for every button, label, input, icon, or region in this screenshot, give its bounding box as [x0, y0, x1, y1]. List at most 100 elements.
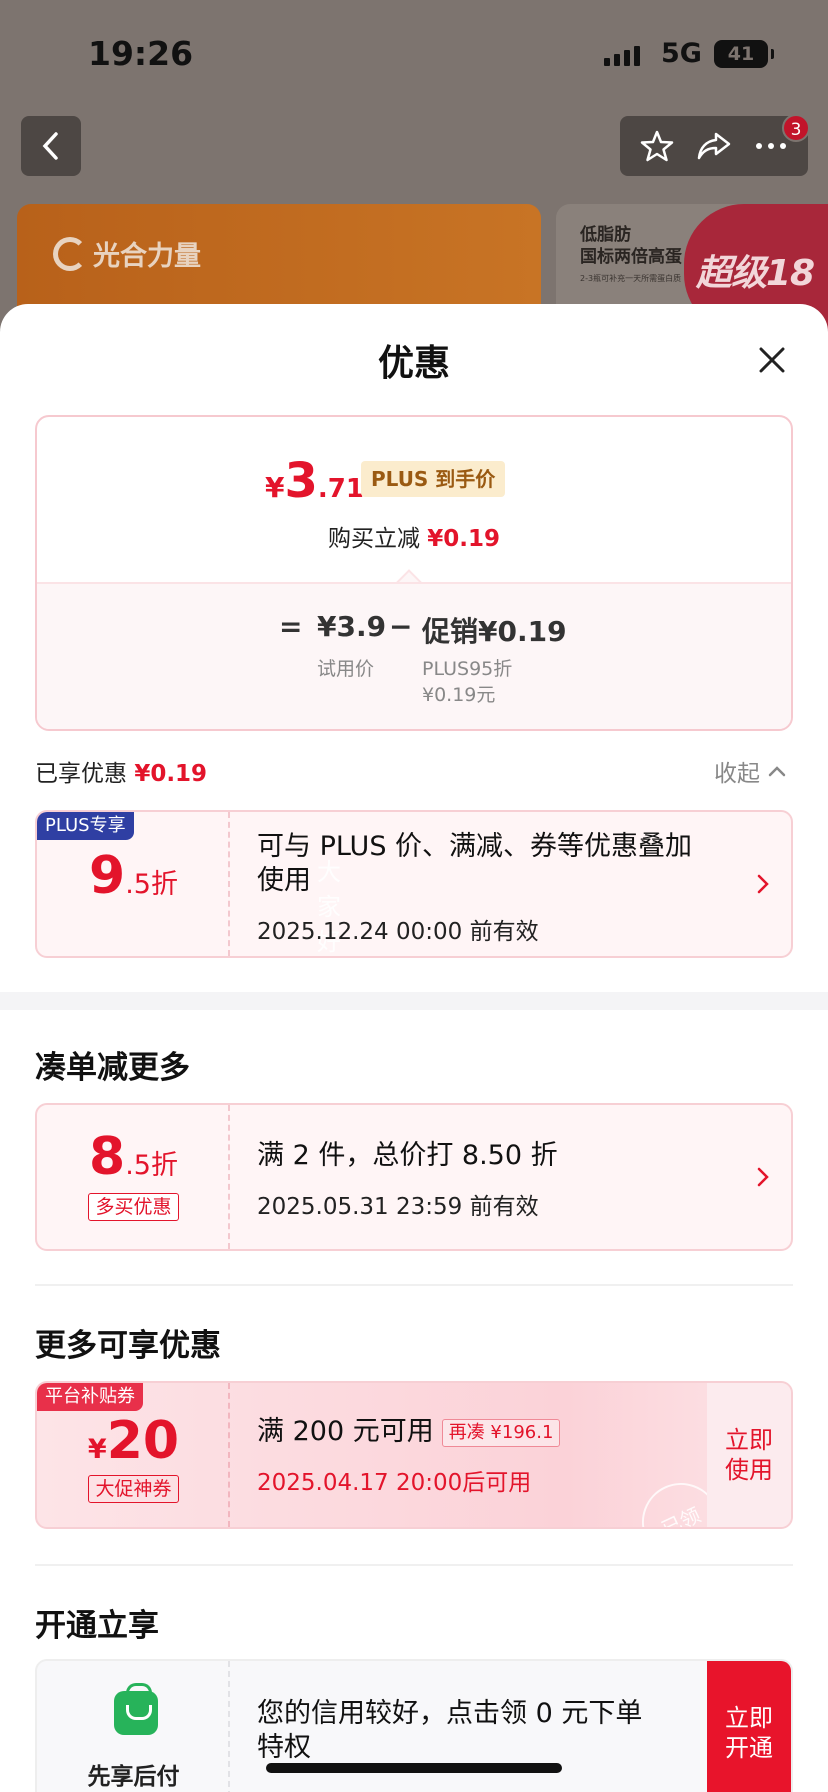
promo-detail: PLUS95折 ¥0.19元	[422, 656, 512, 708]
coupon-left: 平台补贴券 ¥20 大促神券	[37, 1383, 230, 1527]
amount-yen: ¥	[87, 1434, 107, 1465]
bundle-desc: 满 2 件，总价打 8.50 折	[257, 1140, 558, 1171]
coupon-date: 2025.05.31 23:59 前有效	[257, 1194, 539, 1220]
bundle-tag: 多买优惠	[88, 1193, 179, 1221]
close-button[interactable]	[752, 340, 792, 380]
promo-big-text: 超级18	[696, 253, 815, 294]
price-decimal: .71	[317, 474, 364, 504]
discount-small: .5折	[125, 1150, 178, 1181]
divider	[35, 1564, 793, 1566]
platform-subsidy-tag: 平台补贴券	[37, 1383, 143, 1411]
coupon-date: 2025.12.24 00:00 前有效	[257, 919, 539, 945]
coupon-condition-text: 满 200 元可用	[257, 1416, 434, 1447]
pay-later-desc-line-2: 特权	[257, 1732, 311, 1763]
section-gap	[0, 992, 828, 1010]
coupon-amount: ¥20	[37, 1411, 230, 1471]
pay-later-desc-line-1: 您的信用较好，点击领 0 元下单	[257, 1698, 643, 1729]
final-price: ¥ 3 .71	[265, 453, 364, 509]
signal-icon	[604, 46, 640, 66]
status-time: 19:26	[88, 34, 194, 73]
sheet-title: 优惠	[377, 343, 450, 384]
open-now-line-1: 立即	[725, 1704, 773, 1732]
coupon-left: PLUS专享 9.5折	[37, 812, 230, 956]
enjoyed-discount: 已享优惠 ¥0.19	[35, 754, 207, 788]
pay-later-label: 先享后付	[87, 1764, 180, 1790]
chevron-up-icon	[768, 766, 786, 777]
promo-line-2: 国标两倍高蛋	[580, 247, 682, 267]
brand-logo-icon	[53, 236, 87, 271]
discount-big: 9	[89, 846, 126, 906]
brand-logo: 光合力量	[53, 234, 201, 273]
coupon-left: 先享后付	[37, 1661, 230, 1792]
share-button[interactable]	[690, 122, 738, 170]
network-type: 5G	[661, 38, 702, 69]
final-price-area: ¥ 3 .71 PLUS 到手价 购买立减 ¥0.19	[37, 417, 791, 582]
add-more-tag: 再凑 ¥196.1	[441, 1418, 561, 1447]
promo-banner-text: 低脂肪 国标两倍高蛋 2-3瓶可补充一天所需蛋白质	[580, 224, 682, 290]
big-promo-tag: 大促神券	[88, 1475, 179, 1503]
platform-subsidy-coupon[interactable]: 平台补贴券 ¥20 大促神券 满 200 元可用 再凑 ¥196.1 2025.0…	[35, 1381, 793, 1529]
notification-badge: 3	[782, 114, 810, 142]
open-now-line-2: 开通	[725, 1734, 773, 1762]
coupon-title-line-2: 使用	[257, 865, 311, 896]
reduction-value: ¥0.19	[427, 526, 501, 552]
bundle-section-title: 凑单减更多	[35, 1050, 190, 1086]
bundle-discount-coupon[interactable]: 8.5折 多买优惠 满 2 件，总价打 8.50 折 2025.05.31 23…	[35, 1103, 793, 1251]
trial-price-label: 试用价	[317, 658, 375, 680]
back-button[interactable]	[21, 116, 81, 176]
use-now-line-1: 立即	[725, 1426, 773, 1454]
chevron-right-icon	[757, 1167, 769, 1191]
collapse-label: 收起	[714, 761, 760, 787]
plus-discount-coupon[interactable]: PLUS专享 9.5折 可与 PLUS 价、满减、券等优惠叠加 使用 大家好我来…	[35, 810, 793, 958]
promo-detail-line-2: ¥0.19元	[422, 684, 496, 706]
home-indicator	[266, 1763, 562, 1773]
plus-price-tag: PLUS 到手价	[361, 461, 506, 497]
chevron-left-icon	[42, 132, 58, 160]
bundle-tag-wrap: 多买优惠	[37, 1193, 230, 1221]
discount-small: .5折	[125, 869, 178, 900]
enjoyed-value: ¥0.19	[134, 761, 208, 787]
reduction-label: 购买立减	[327, 526, 420, 552]
discount-big: 8	[89, 1127, 126, 1187]
coupon-condition: 满 200 元可用 再凑 ¥196.1	[257, 1415, 561, 1449]
use-now-line-2: 使用	[725, 1456, 773, 1484]
close-icon	[759, 347, 785, 373]
plus-exclusive-tag: PLUS专享	[37, 812, 134, 840]
price-formula: = ¥3.9 试用价 − 促销¥0.19 PLUS95折 ¥0.19元	[37, 582, 791, 729]
formula-minus: −	[389, 610, 413, 643]
coupon-left: 8.5折 多买优惠	[37, 1105, 230, 1249]
trial-price: ¥3.9	[317, 610, 387, 643]
star-icon	[640, 130, 673, 162]
price-integer: 3	[284, 453, 318, 509]
favorite-button[interactable]	[633, 122, 681, 170]
formula-equals: =	[279, 610, 303, 643]
open-now-button[interactable]: 立即 开通	[707, 1661, 791, 1792]
collapse-toggle[interactable]: 收起	[714, 754, 786, 788]
discount-sheet: 优惠 ¥ 3 .71 PLUS 到手价 购买立减 ¥0.19 = ¥3.9 试用…	[0, 304, 828, 1792]
more-icon	[756, 143, 787, 149]
divider	[35, 1284, 793, 1286]
coupon-date: 2025.04.17 20:00后可用	[257, 1470, 532, 1496]
price-breakdown-card: ¥ 3 .71 PLUS 到手价 购买立减 ¥0.19 = ¥3.9 试用价 −…	[35, 415, 793, 731]
more-section-title: 更多可享优惠	[35, 1328, 221, 1364]
enjoyed-label: 已享优惠	[35, 761, 127, 787]
promo-detail-line-1: PLUS95折	[422, 658, 513, 680]
share-icon	[697, 132, 731, 160]
nav-action-group	[620, 116, 808, 176]
promo-line-1: 低脂肪	[580, 225, 631, 245]
purchase-reduction: 购买立减 ¥0.19	[37, 519, 791, 553]
chevron-right-icon	[757, 874, 769, 898]
shopping-bag-icon	[114, 1683, 158, 1735]
product-page-background: 19:26 5G 41 3 光合力量 低脂肪 国标两倍高蛋 2-3瓶可补充一天所…	[0, 0, 828, 334]
open-section-title: 开通立享	[35, 1608, 159, 1644]
discount-value: 9.5折	[37, 846, 230, 906]
use-now-button[interactable]: 立即 使用	[707, 1383, 791, 1527]
promo-line-small: 2-3瓶可补充一天所需蛋白质	[580, 274, 682, 283]
promo-amount: 促销¥0.19	[422, 615, 567, 648]
amount-value: 20	[106, 1411, 180, 1471]
price-yen: ¥	[265, 471, 285, 504]
status-bar: 19:26 5G 41	[0, 34, 828, 80]
discount-value: 8.5折	[37, 1127, 230, 1187]
promo-tag-wrap: 大促神券	[37, 1475, 230, 1503]
brand-name: 光合力量	[93, 241, 201, 272]
